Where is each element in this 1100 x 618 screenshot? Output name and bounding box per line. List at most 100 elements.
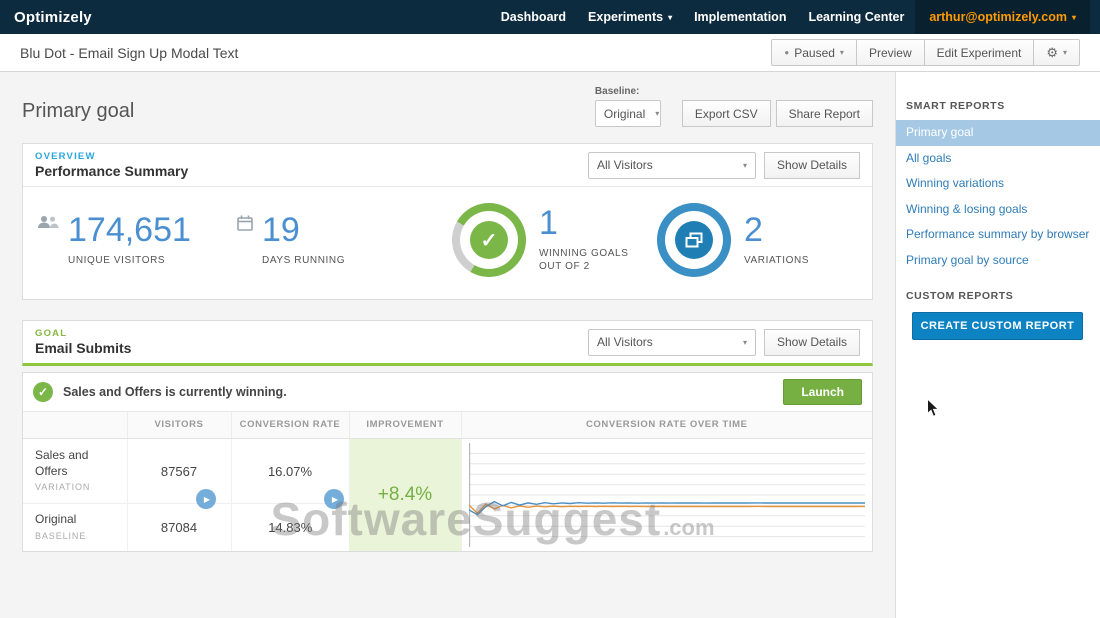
sidebar-item-all-goals[interactable]: All goals bbox=[896, 146, 1100, 172]
nav-account-menu[interactable]: arthur@optimizely.com ▾ bbox=[915, 0, 1090, 34]
page-title: Primary goal bbox=[22, 100, 135, 122]
overview-card-header: OVERVIEW Performance Summary All Visitor… bbox=[23, 144, 872, 187]
improvement-value: +8.4% bbox=[349, 438, 462, 552]
baseline-group: Baseline: Original ▾ bbox=[594, 86, 661, 127]
stat-winning-goals: ✓ 1 WINNING GOALS OUT OF 2 bbox=[452, 203, 657, 277]
nav-dashboard-label: Dashboard bbox=[500, 10, 567, 24]
smart-reports-header: SMART REPORTS bbox=[906, 100, 1005, 112]
baseline-name-cell: Original BASELINE bbox=[23, 503, 128, 552]
edit-experiment-button[interactable]: Edit Experiment bbox=[923, 39, 1035, 66]
caret-down-icon: ▾ bbox=[1062, 48, 1067, 57]
conversion-rate-chart bbox=[469, 443, 866, 547]
settings-button[interactable]: ⚙ ▾ bbox=[1033, 39, 1080, 66]
overview-stats: 174,651 UNIQUE VISITORS 19 DAYS RUNNING bbox=[23, 187, 872, 299]
baseline-conversion-rate: 14.83% bbox=[268, 520, 313, 536]
goal-segment-value: All Visitors bbox=[596, 335, 653, 349]
optimizely-logo[interactable]: Optimizely bbox=[14, 9, 92, 26]
column-header-improvement: IMPROVEMENT bbox=[349, 412, 462, 440]
winning-message: Sales and Offers is currently winning. bbox=[63, 385, 287, 399]
baseline-name: Original bbox=[35, 512, 77, 527]
caret-down-icon: ▾ bbox=[655, 109, 660, 118]
play-visitors-button[interactable]: ▶ bbox=[196, 489, 216, 509]
stat-days-running: 19 DAYS RUNNING bbox=[237, 203, 452, 277]
sidebar-item-performance-by-browser[interactable]: Performance summary by browser bbox=[896, 222, 1100, 248]
goal-results-card: ✓ Sales and Offers is currently winning.… bbox=[22, 372, 873, 553]
custom-reports-header: CUSTOM REPORTS bbox=[906, 289, 1014, 302]
overview-kicker: OVERVIEW bbox=[35, 151, 96, 162]
baseline-tag: BASELINE bbox=[35, 531, 87, 542]
winning-goals-value: 1 bbox=[539, 204, 558, 243]
stat-unique-visitors: 174,651 UNIQUE VISITORS bbox=[37, 203, 237, 277]
sidebar-item-winning-variations[interactable]: Winning variations bbox=[896, 171, 1100, 197]
variation-tag: VARIATION bbox=[35, 482, 91, 493]
overview-segment-select[interactable]: All Visitors ▾ bbox=[587, 151, 756, 179]
experiment-title: Blu Dot - Email Sign Up Modal Text bbox=[20, 44, 239, 61]
overview-title: Performance Summary bbox=[35, 163, 189, 179]
performance-summary-card: OVERVIEW Performance Summary All Visitor… bbox=[22, 143, 873, 300]
caret-down-icon: ▾ bbox=[742, 337, 747, 347]
experiment-actions: ● Paused ▾ Preview Edit Experiment ⚙ ▾ bbox=[771, 39, 1080, 66]
variations-value: 2 bbox=[744, 210, 763, 249]
nav-dashboard[interactable]: Dashboard bbox=[490, 0, 577, 34]
primary-nav: Dashboard Experiments ▾ Implementation L… bbox=[490, 0, 1090, 34]
export-csv-button[interactable]: Export CSV bbox=[681, 100, 771, 127]
launch-button[interactable]: Launch bbox=[783, 379, 862, 405]
goal-results-table: VISITORS CONVERSION RATE IMPROVEMENT CON… bbox=[23, 412, 872, 552]
table-row-variation: Sales and Offers VARIATION 87567 16.07% … bbox=[23, 438, 872, 552]
goal-segment-select[interactable]: All Visitors ▾ bbox=[587, 328, 756, 356]
unique-visitors-label: UNIQUE VISITORS bbox=[68, 254, 166, 266]
status-paused-button[interactable]: ● Paused ▾ bbox=[771, 39, 857, 66]
nav-learning-center[interactable]: Learning Center bbox=[797, 0, 915, 34]
days-running-value: 19 bbox=[262, 210, 300, 249]
goal-card-header: GOAL Email Submits All Visitors ▾ Show D… bbox=[22, 320, 873, 366]
status-label: Paused bbox=[794, 45, 835, 60]
sidebar-item-primary-goal-by-source[interactable]: Primary goal by source bbox=[896, 248, 1100, 274]
variation-name-cell: Sales and Offers VARIATION bbox=[23, 438, 128, 504]
conversion-chart-cell bbox=[461, 439, 872, 552]
report-controls: Baseline: Original ▾ Export CSV Share Re… bbox=[594, 86, 873, 127]
column-header-conversion-rate: CONVERSION RATE bbox=[231, 412, 350, 440]
baseline-visitors: 87084 bbox=[127, 503, 232, 552]
top-navbar: Optimizely Dashboard Experiments ▾ Imple… bbox=[0, 0, 1100, 34]
goal-kicker: GOAL bbox=[35, 328, 68, 339]
nav-learning-center-label: Learning Center bbox=[808, 10, 905, 24]
column-header-conversion-rate-over-time: CONVERSION RATE OVER TIME bbox=[461, 412, 872, 440]
stat-variations: 2 VARIATIONS bbox=[657, 203, 809, 277]
sidebar-item-primary-goal[interactable]: Primary goal bbox=[896, 120, 1100, 146]
sidebar-item-winning-losing-goals[interactable]: Winning & losing goals bbox=[896, 197, 1100, 223]
mouse-cursor bbox=[927, 398, 940, 417]
overview-segment-value: All Visitors bbox=[596, 158, 653, 172]
share-report-button[interactable]: Share Report bbox=[775, 100, 873, 127]
nav-experiments-label: Experiments bbox=[588, 10, 664, 24]
variation-name: Sales and Offers bbox=[35, 448, 89, 478]
baseline-select[interactable]: Original ▾ bbox=[594, 100, 661, 127]
nav-account-label: arthur@optimizely.com bbox=[929, 10, 1067, 24]
variations-icon bbox=[675, 221, 713, 259]
gear-icon: ⚙ bbox=[1046, 45, 1058, 60]
caret-down-icon: ▾ bbox=[1071, 12, 1076, 22]
reports-sidebar: SMART REPORTS Primary goal All goals Win… bbox=[895, 72, 1100, 618]
winning-banner: ✓ Sales and Offers is currently winning.… bbox=[23, 373, 872, 412]
days-running-label: DAYS RUNNING bbox=[262, 254, 346, 266]
caret-down-icon: ▾ bbox=[742, 160, 747, 170]
caret-down-icon: ▾ bbox=[668, 12, 673, 22]
goal-show-details-button[interactable]: Show Details bbox=[763, 328, 860, 356]
preview-button[interactable]: Preview bbox=[855, 39, 925, 66]
variation-visitors: 87567 bbox=[127, 438, 232, 504]
nav-implementation-label: Implementation bbox=[694, 10, 787, 24]
report-area: Primary goal Baseline: Original ▾ Export… bbox=[0, 72, 895, 618]
winning-goals-donut: ✓ bbox=[452, 203, 526, 277]
play-conversion-button[interactable]: ▶ bbox=[324, 489, 344, 509]
goal-title: Email Submits bbox=[35, 340, 132, 356]
create-custom-report-button[interactable]: CREATE CUSTOM REPORT bbox=[912, 311, 1083, 340]
status-dot-icon: ● bbox=[784, 48, 790, 57]
winning-goals-label: WINNING GOALS OUT OF 2 bbox=[539, 247, 629, 273]
report-header: Primary goal Baseline: Original ▾ Export… bbox=[22, 86, 873, 127]
nav-experiments[interactable]: Experiments ▾ bbox=[577, 0, 683, 34]
nav-implementation[interactable]: Implementation bbox=[683, 0, 797, 34]
baseline-select-value: Original bbox=[603, 106, 646, 121]
baseline-label: Baseline: bbox=[594, 86, 640, 97]
overview-show-details-button[interactable]: Show Details bbox=[763, 151, 860, 179]
variations-donut bbox=[657, 203, 731, 277]
people-icon bbox=[37, 215, 59, 234]
